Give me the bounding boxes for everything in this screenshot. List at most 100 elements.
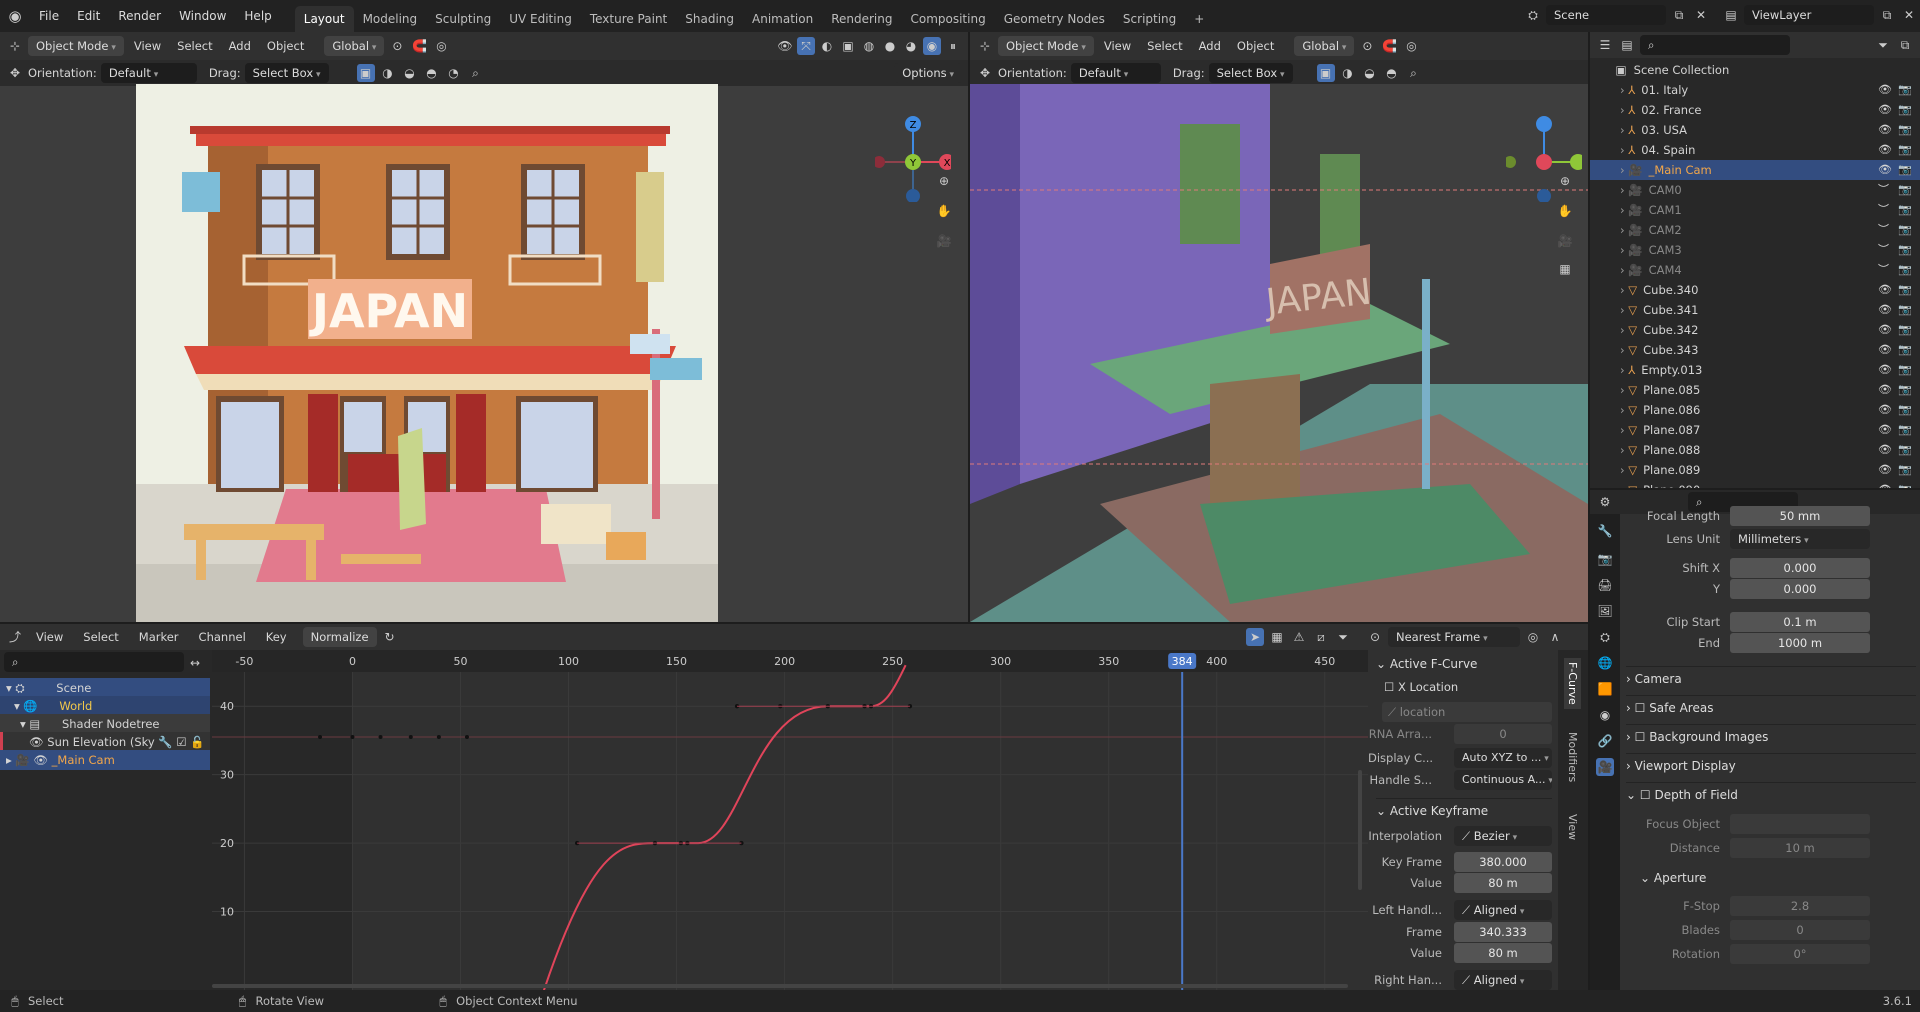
render-toggle-icon[interactable]: 📷 (1898, 280, 1912, 300)
wrench-icon[interactable]: 🔧 (158, 735, 172, 749)
new-collection-icon[interactable]: ⧉ (1896, 36, 1914, 54)
solid-shading-icon[interactable]: ● (881, 37, 899, 55)
outliner-item[interactable]: › ⅄ 01. Italy 👁 📷 (1590, 80, 1920, 100)
render-toggle-icon[interactable]: 📷 (1898, 240, 1912, 260)
proportional-edit-icon[interactable]: ◎ (432, 37, 450, 55)
tab-rendering[interactable]: Rendering (822, 6, 901, 32)
menu-view[interactable]: View (128, 39, 167, 53)
camera-view-icon-2[interactable]: 🎥 (1556, 232, 1574, 250)
outliner-item[interactable]: › ▽ Cube.343 👁 📷 (1590, 340, 1920, 360)
outliner-item[interactable]: › 🎥 CAM3 ︶ 📷 (1590, 240, 1920, 260)
scene-field[interactable]: Scene (1546, 5, 1666, 25)
depth-of-field-panel[interactable]: ⌄ ☐ Depth of Field (1626, 782, 1916, 806)
visibility-toggle-icon[interactable]: 👁 (1878, 280, 1892, 300)
graph-menu-key[interactable]: Key (258, 630, 295, 644)
visibility-toggle-icon[interactable]: 👁 (1878, 440, 1892, 460)
sun-keyframe[interactable] (436, 735, 441, 740)
visibility-toggle-icon[interactable]: 👁 (1878, 140, 1892, 160)
editor-type-icon[interactable]: ⊹ (6, 37, 24, 55)
channel-main-cam[interactable]: ▸ 🎥 👁 _Main Cam (0, 750, 210, 770)
channel-search[interactable]: ⌕ (4, 652, 184, 672)
left-handle-dropdown[interactable]: ⟋ Aligned (1454, 900, 1552, 920)
visibility-toggle-icon[interactable]: ︶ (1878, 220, 1889, 240)
graph-menu-channel[interactable]: Channel (191, 630, 254, 644)
object-tab-icon[interactable]: 🟧 (1596, 680, 1614, 698)
rotation-field[interactable]: 0° (1730, 944, 1870, 964)
clip-start-field[interactable]: 0.1 m (1730, 612, 1870, 632)
graph-menu-marker[interactable]: Marker (131, 630, 187, 644)
outliner-item[interactable]: › ⅄ 02. France 👁 📷 (1590, 100, 1920, 120)
vertical-scrollbar[interactable] (1358, 770, 1362, 890)
left-viewport[interactable]: ⊹ Object Mode View Select Add Object Glo… (0, 32, 968, 622)
camera-render-view[interactable]: JAPAN (136, 84, 718, 622)
transform-tool-icon-2[interactable]: ✥ (976, 64, 994, 82)
output-tab-icon[interactable]: 🖨 (1596, 576, 1614, 594)
aperture-panel[interactable]: ⌄ Aperture (1640, 866, 1916, 890)
drag-dropdown[interactable]: Select Box (244, 63, 329, 83)
editor-type-icon-2[interactable]: ⊹ (976, 37, 994, 55)
viewport-display-panel[interactable]: › Viewport Display (1626, 753, 1916, 777)
render-toggle-icon[interactable]: 📷 (1898, 320, 1912, 340)
tab-modeling[interactable]: Modeling (354, 6, 427, 32)
render-toggle-icon[interactable]: 📷 (1898, 380, 1912, 400)
visibility-toggle-icon[interactable]: 👁 (1878, 480, 1892, 488)
outliner-item[interactable]: › 🎥 CAM0 ︶ 📷 (1590, 180, 1920, 200)
rendered-shading-icon[interactable]: ◉ (923, 37, 941, 55)
mode-dropdown[interactable]: Object Mode (28, 36, 124, 56)
solid-view[interactable]: JAPAN (970, 84, 1588, 622)
render-toggle-icon[interactable]: 📷 (1898, 340, 1912, 360)
outliner-item[interactable]: › ▽ Plane.085 👁 📷 (1590, 380, 1920, 400)
render-toggle-icon[interactable]: 📷 (1898, 160, 1912, 180)
falloff-icon[interactable]: ∧ (1546, 628, 1564, 646)
menu-object-2[interactable]: Object (1231, 39, 1280, 53)
focus-object-field[interactable] (1730, 814, 1870, 834)
visibility-toggle-icon[interactable]: ︶ (1878, 180, 1889, 200)
outliner-item[interactable]: › ▽ Plane.088 👁 📷 (1590, 440, 1920, 460)
expand-all-icon[interactable]: ↔ (186, 654, 204, 672)
snap-dropdown[interactable]: Nearest Frame (1388, 627, 1520, 647)
visibility-toggle-icon[interactable]: ︶ (1878, 240, 1889, 260)
shift-y-field[interactable]: 0.000 (1730, 579, 1870, 599)
tool-tab-icon[interactable]: 🔧 (1596, 522, 1614, 540)
constraints-tab-icon[interactable]: 🔗 (1596, 732, 1614, 750)
refresh-icon[interactable]: ↻ (381, 628, 399, 646)
outliner-item[interactable]: › ▽ Cube.340 👁 📷 (1590, 280, 1920, 300)
tab-compositing[interactable]: Compositing (901, 6, 994, 32)
tab-texture-paint[interactable]: Texture Paint (581, 6, 676, 32)
sun-keyframe[interactable] (464, 735, 469, 740)
options-dropdown[interactable]: Options (894, 63, 962, 83)
tab-uv-editing[interactable]: UV Editing (500, 6, 581, 32)
pause-render-icon[interactable]: ⏸ (944, 37, 962, 55)
show-hidden-icon[interactable]: ▦ (1268, 628, 1286, 646)
pivot-icon-2[interactable]: ⊙ (1358, 37, 1376, 55)
handle-frame-field[interactable]: 340.333 (1454, 922, 1552, 942)
focal-length-field[interactable]: 50 mm (1730, 506, 1870, 526)
tab-scripting[interactable]: Scripting (1114, 6, 1185, 32)
outliner-item[interactable]: › ⅄ 03. USA 👁 📷 (1590, 120, 1920, 140)
channel-sun-elevation[interactable]: 👁 Sun Elevation (Sky 🔧 ☑ 🔓 (0, 732, 210, 752)
checkbox-icon[interactable]: ☑ (176, 735, 186, 749)
tab-layout[interactable]: Layout (294, 6, 354, 32)
graph-area[interactable]: -50 0 50 100 150 200 250 300 350 400 450 40 30 20 10 38… (212, 650, 1368, 990)
render-toggle-icon[interactable]: 📷 (1898, 300, 1912, 320)
ghost-curves-icon[interactable]: ⧄ (1312, 628, 1330, 646)
outliner-editor-icon[interactable]: ☰ (1596, 36, 1614, 54)
camera-data-tab-icon[interactable]: 🎥 (1596, 758, 1614, 776)
delete-view-layer-icon[interactable]: ✕ (1900, 6, 1918, 24)
outliner-search[interactable]: ⌕ (1640, 35, 1790, 55)
view-layer-field[interactable]: ViewLayer (1744, 5, 1874, 25)
active-keyframe-panel[interactable]: ⌄ Active Keyframe (1376, 798, 1552, 822)
active-fcurve-panel[interactable]: ⌄ Active F-Curve (1376, 652, 1552, 676)
render-toggle-icon[interactable]: 📷 (1898, 80, 1912, 100)
view-layer-icon[interactable]: ▤ (1722, 6, 1740, 24)
view-layer-tab-icon[interactable]: 🖼 (1596, 602, 1614, 620)
sun-keyframe[interactable] (408, 735, 413, 740)
menu-select-2[interactable]: Select (1141, 39, 1188, 53)
select-extend-icon[interactable]: ◑ (379, 64, 397, 82)
add-workspace-button[interactable]: + (1185, 6, 1213, 32)
select-intersect-icon[interactable]: ◔ (445, 64, 463, 82)
menu-object[interactable]: Object (261, 39, 310, 53)
visibility-toggle-icon[interactable]: 👁 (1878, 300, 1892, 320)
render-toggle-icon[interactable]: 📷 (1898, 220, 1912, 240)
sun-keyframe[interactable] (378, 735, 383, 740)
